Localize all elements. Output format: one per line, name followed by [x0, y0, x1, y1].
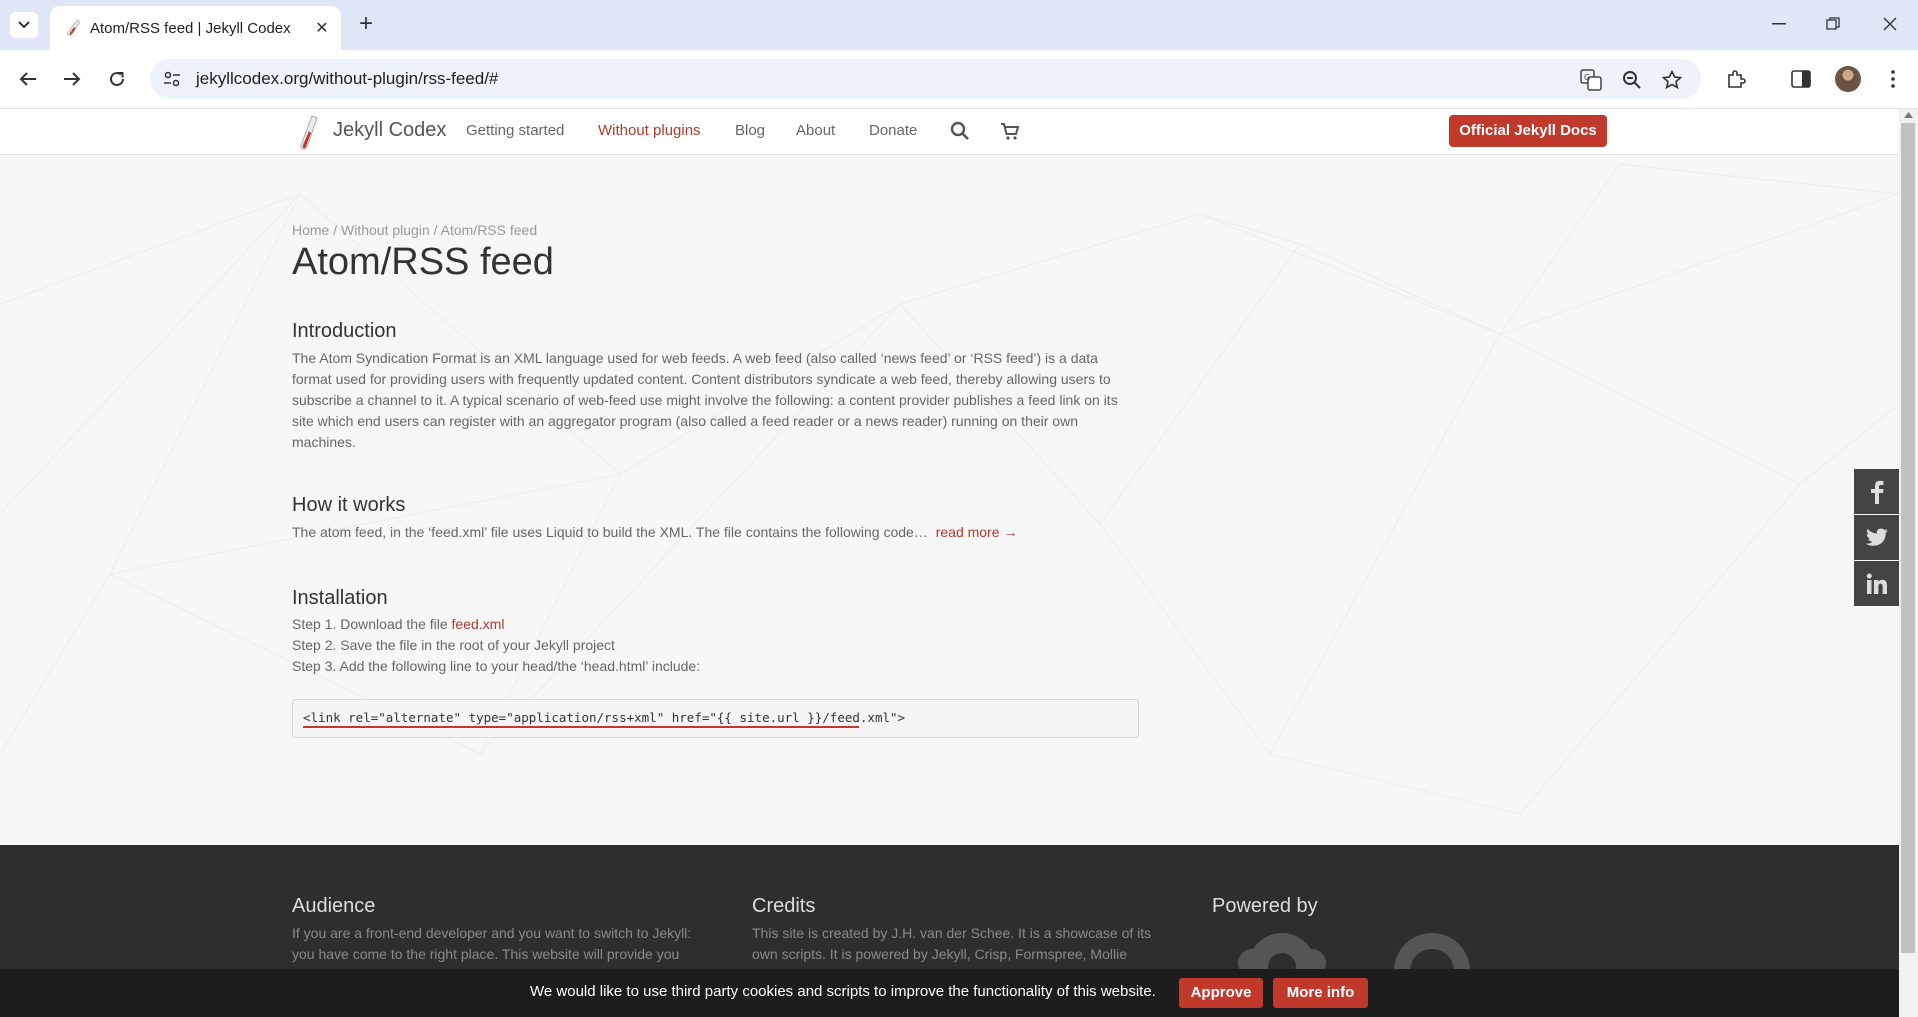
translate-icon: G — [1580, 69, 1602, 91]
close-tab-icon[interactable]: ✕ — [312, 18, 332, 38]
extensions-button[interactable] — [1723, 66, 1749, 92]
step-2: Step 2. Save the file in the root of you… — [292, 637, 615, 653]
approve-button[interactable]: Approve — [1179, 978, 1263, 1008]
facebook-icon — [1870, 480, 1883, 504]
brand-name[interactable]: Jekyll Codex — [333, 119, 446, 142]
nav-blog[interactable]: Blog — [735, 122, 765, 139]
side-panel-icon — [1791, 70, 1811, 88]
restore-button[interactable] — [1820, 12, 1846, 36]
introduction-heading: Introduction — [292, 320, 397, 342]
powered-by-heading: Powered by — [1212, 895, 1318, 917]
scrollbar-thumb[interactable] — [1901, 123, 1915, 953]
how-it-works-text: The atom feed, in the ‘feed.xml’ file us… — [292, 524, 928, 540]
side-panel-button[interactable] — [1788, 66, 1814, 92]
how-it-works-paragraph: The atom feed, in the ‘feed.xml’ file us… — [292, 522, 1138, 543]
search-icon[interactable] — [950, 121, 970, 141]
browser-toolbar: jekyllcodex.org/without-plugin/rss-feed/… — [0, 50, 1918, 109]
arrow-left-icon — [19, 72, 36, 86]
puzzle-icon — [1728, 70, 1746, 88]
tab-search-button[interactable] — [10, 12, 38, 38]
minimize-button[interactable] — [1766, 12, 1792, 36]
scrollbar[interactable] — [1899, 109, 1918, 1017]
feed-xml-link[interactable]: feed.xml — [452, 616, 505, 632]
installation-heading: Installation — [292, 587, 388, 609]
zoom-out-icon — [1623, 71, 1641, 89]
kebab-menu-icon — [1891, 70, 1895, 88]
read-more-link[interactable]: read more → — [936, 524, 1018, 540]
more-info-button[interactable]: More info — [1273, 978, 1368, 1008]
share-twitter[interactable] — [1854, 515, 1899, 560]
bookmark-button[interactable] — [1660, 68, 1684, 92]
browser-menu-button[interactable] — [1880, 66, 1906, 92]
cookie-banner: We would like to use third party cookies… — [0, 969, 1899, 1017]
restore-icon — [1826, 17, 1840, 30]
zoom-button[interactable] — [1620, 68, 1644, 92]
code-block[interactable]: <link rel="alternate" type="application/… — [292, 699, 1139, 738]
code-snippet[interactable]: <link rel="alternate" type="application/… — [303, 710, 905, 725]
scroll-up-icon[interactable] — [1904, 112, 1913, 118]
star-icon — [1662, 70, 1682, 90]
chevron-down-icon — [18, 21, 30, 29]
linkedin-icon — [1866, 573, 1887, 594]
background-pattern — [0, 163, 1899, 815]
tab-strip: Atom/RSS feed | Jekyll Codex ✕ + — [0, 0, 1918, 50]
share-facebook[interactable] — [1854, 469, 1899, 514]
how-it-works-heading: How it works — [292, 494, 406, 516]
audience-heading: Audience — [292, 895, 376, 917]
breadcrumb[interactable]: Home / Without plugin / Atom/RSS feed — [292, 222, 537, 238]
new-tab-button[interactable]: + — [352, 10, 380, 38]
twitter-icon — [1865, 528, 1888, 546]
introduction-text: The Atom Syndication Format is an XML la… — [292, 350, 1118, 450]
tab-title: Atom/RSS feed | Jekyll Codex — [90, 20, 291, 37]
page-viewport: Jekyll Codex Getting started Without plu… — [0, 109, 1899, 1017]
cart-icon[interactable] — [1000, 121, 1020, 141]
close-window-button[interactable] — [1877, 12, 1903, 36]
official-docs-button[interactable]: Official Jekyll Docs — [1449, 115, 1607, 147]
step-1: Step 1. Download the file feed.xml — [292, 614, 1138, 635]
step-3: Step 3. Add the following line to your h… — [292, 658, 701, 674]
svg-text:G: G — [1584, 73, 1590, 82]
profile-avatar[interactable] — [1835, 66, 1861, 92]
nav-donate[interactable]: Donate — [869, 122, 917, 139]
site-info-icon[interactable] — [162, 69, 182, 89]
nav-without-plugins[interactable]: Without plugins — [598, 122, 701, 139]
reload-icon — [110, 71, 124, 86]
nav-about[interactable]: About — [796, 122, 835, 139]
nav-getting-started[interactable]: Getting started — [466, 122, 564, 139]
test-tube-favicon-icon — [67, 19, 81, 36]
back-button[interactable] — [13, 64, 43, 94]
address-bar[interactable]: jekyllcodex.org/without-plugin/rss-feed/… — [150, 59, 1701, 99]
close-icon — [1883, 17, 1897, 31]
translate-button[interactable]: G — [1579, 68, 1603, 92]
step-1-text: Step 1. Download the file — [292, 616, 452, 632]
minimize-icon — [1772, 23, 1786, 25]
url-text: jekyllcodex.org/without-plugin/rss-feed/… — [196, 69, 499, 88]
share-linkedin[interactable] — [1854, 561, 1899, 606]
code-underline — [303, 726, 859, 728]
page-title: Atom/RSS feed — [292, 241, 554, 283]
arrow-right-icon — [64, 72, 81, 86]
site-header: Jekyll Codex Getting started Without plu… — [0, 109, 1899, 155]
test-tube-logo-icon[interactable] — [298, 115, 320, 151]
reload-button[interactable] — [102, 64, 132, 94]
cookie-message: We would like to use third party cookies… — [530, 983, 1156, 1000]
forward-button[interactable] — [57, 64, 87, 94]
active-tab[interactable]: Atom/RSS feed | Jekyll Codex ✕ — [50, 6, 341, 50]
credits-heading: Credits — [752, 895, 816, 917]
